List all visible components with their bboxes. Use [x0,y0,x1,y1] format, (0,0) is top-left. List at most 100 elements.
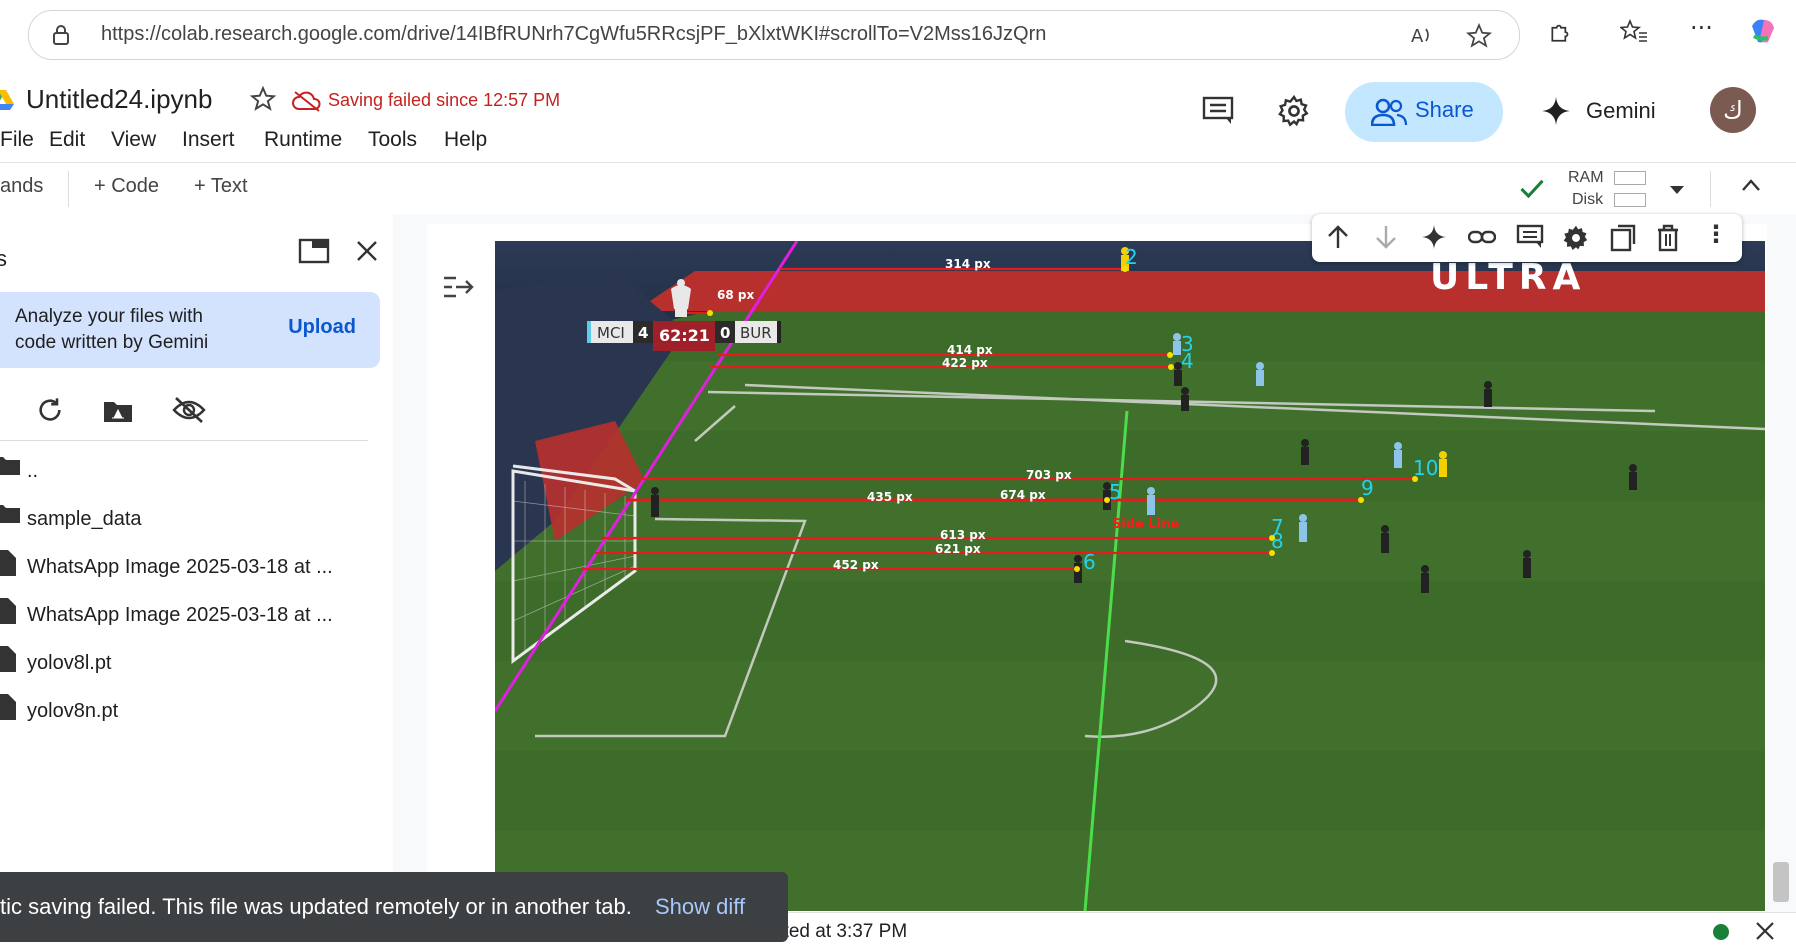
cell-settings-icon[interactable] [1562,224,1590,256]
browser-toolbar: https://colab.research.google.com/drive/… [0,0,1796,70]
output-image: ULTRA 314 px 68 px 414 px 422 px 703 px … [495,241,1765,911]
share-label: Share [1415,97,1474,122]
menu-edit[interactable]: Edit [49,128,85,152]
distance-label: 674 px [1000,488,1046,502]
comment-cell-icon[interactable] [1516,224,1544,254]
list-item[interactable]: .. [0,452,380,492]
file-name: WhatsApp Image 2025-03-18 at ... [27,556,333,578]
close-sidebar-icon[interactable] [356,240,378,266]
comments-icon[interactable] [1202,96,1234,130]
upload-button[interactable]: Upload [288,316,356,339]
copilot-icon[interactable] [1746,16,1778,52]
settings-gear-icon[interactable] [1278,94,1310,131]
home-score: 4 [638,324,648,342]
player-id: 10 [1413,456,1438,480]
notebook-toolbar: ands + Code + Text RAM Disk [0,162,1796,216]
runtime-dropdown-icon[interactable] [1668,181,1686,200]
mirror-cell-icon[interactable] [1610,224,1636,256]
share-button[interactable]: Share [1345,82,1503,142]
scrollbar-thumb[interactable] [1773,862,1789,902]
gemini-button[interactable]: Gemini [1586,98,1656,124]
away-team: BUR [740,324,772,342]
distance-label: 314 px [945,257,991,271]
player-id: 8 [1271,529,1284,553]
drive-logo-icon [0,90,14,110]
svg-text:A: A [1411,26,1424,47]
cloud-off-icon [292,88,322,119]
file-name: yolov8l.pt [27,652,112,674]
address-bar[interactable]: https://colab.research.google.com/drive/… [28,10,1520,60]
snackbar-message: tic saving failed. This file was updated… [0,894,632,919]
distance-label: 68 px [717,288,754,302]
read-aloud-icon[interactable]: A [1409,23,1435,51]
move-down-icon[interactable] [1374,224,1398,254]
notebook-title[interactable]: Untitled24.ipynb [26,84,212,115]
sidebar-title: s [0,246,7,271]
player-id: 4 [1181,349,1194,373]
menu-runtime[interactable]: Runtime [264,128,342,152]
execution-status: eted at 3:37 PM [773,921,908,942]
menu-file[interactable]: File [0,128,34,152]
list-item[interactable]: WhatsApp Image 2025-03-18 at ... [0,596,380,636]
star-notebook-icon[interactable] [249,85,277,119]
menu-view[interactable]: View [111,128,156,152]
billboard-text: ULTRA [1430,257,1586,298]
show-diff-button[interactable]: Show diff [655,894,745,920]
menu-help[interactable]: Help [444,128,487,152]
resource-indicator[interactable]: RAM Disk [1568,167,1604,211]
disk-label: Disk [1572,191,1604,208]
commands-button[interactable]: ands [0,175,43,198]
lock-icon [53,25,69,45]
list-item[interactable]: yolov8n.pt [0,692,380,732]
distance-label: 422 px [942,356,988,370]
gemini-sparkle-icon[interactable] [1542,96,1570,130]
add-code-button[interactable]: + Code [94,175,159,198]
list-item[interactable]: sample_data [0,500,380,540]
favorite-star-icon[interactable] [1465,22,1493,53]
file-icon [0,550,16,576]
hide-files-icon[interactable] [172,396,206,428]
list-item[interactable]: yolov8l.pt [0,644,380,684]
menu-tools[interactable]: Tools [368,128,417,152]
distance-label: 613 px [940,528,986,542]
link-icon[interactable] [1467,224,1497,254]
files-sidebar: s Analyze your files with code written b… [0,214,394,947]
ram-label: RAM [1568,169,1604,186]
add-text-button[interactable]: + Text [194,175,248,198]
colab-header: Untitled24.ipynb Saving failed since 12:… [0,70,1796,162]
open-in-tab-icon[interactable] [298,238,330,268]
file-icon [0,694,16,720]
distance-label: 435 px [867,490,913,504]
url-text: https://colab.research.google.com/drive/… [101,23,1047,45]
side-line-label: Side Line [1112,517,1179,532]
avatar[interactable]: ك [1710,87,1756,133]
extensions-icon[interactable] [1548,18,1574,48]
gemini-cell-icon[interactable] [1422,224,1446,254]
gemini-prompt-text: Analyze your files with code written by … [15,306,209,353]
move-up-icon[interactable] [1326,224,1350,254]
refresh-icon[interactable] [36,396,64,428]
more-menu-icon[interactable]: ··· [1690,14,1713,42]
cell-toolbar: ⋮ [1312,214,1742,262]
output-actions-icon[interactable] [442,272,474,306]
menu-insert[interactable]: Insert [182,128,235,152]
folder-icon [0,457,20,475]
save-status[interactable]: Saving failed since 12:57 PM [328,90,560,111]
match-clock: 62:21 [659,326,710,345]
mount-drive-icon[interactable] [102,398,134,428]
file-name: .. [27,460,39,482]
save-error-snackbar: tic saving failed. This file was updated… [0,872,788,942]
list-item[interactable]: WhatsApp Image 2025-03-18 at ... [0,548,380,588]
resource-bars [1614,171,1646,215]
cell-more-icon[interactable]: ⋮ [1704,220,1728,248]
close-status-icon[interactable] [1755,921,1775,945]
player-id: 2 [1125,245,1138,269]
delete-cell-icon[interactable] [1656,224,1680,256]
distance-label: 414 px [947,343,993,357]
file-name: yolov8n.pt [27,700,119,722]
collapse-header-icon[interactable] [1740,177,1762,197]
analysis-image: ULTRA 314 px 68 px 414 px 422 px 703 px … [495,241,1765,911]
favorites-icon[interactable] [1618,18,1648,48]
distance-label: 703 px [1026,468,1072,482]
people-icon [1371,98,1407,126]
